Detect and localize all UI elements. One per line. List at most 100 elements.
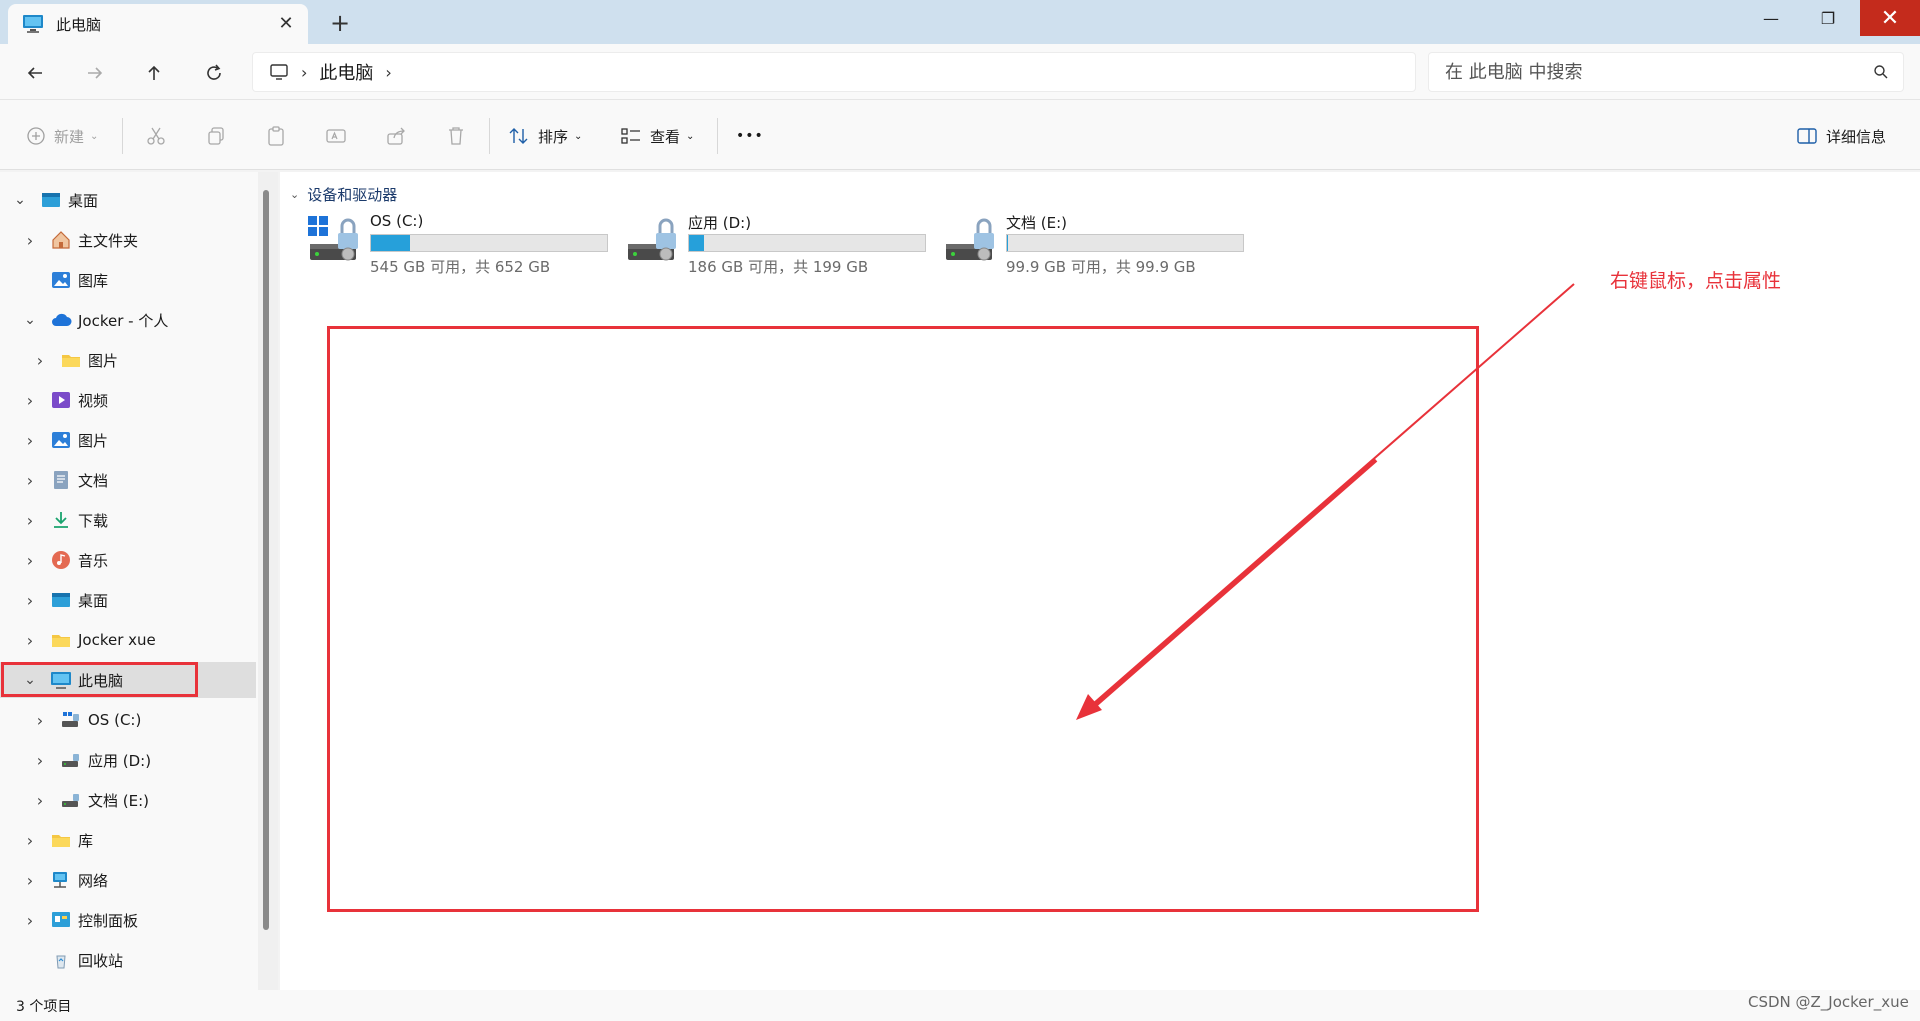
desktop-icon: [52, 593, 70, 607]
sidebar-item-label: 图库: [78, 271, 109, 290]
sidebar-item-downloads[interactable]: › 下载: [0, 502, 256, 538]
sort-button[interactable]: 排序 ⌄: [508, 120, 582, 152]
chevron-right-icon[interactable]: ›: [22, 631, 38, 650]
tab-this-pc[interactable]: 此电脑 ✕: [8, 4, 308, 44]
cut-button[interactable]: [145, 120, 167, 152]
details-pane-icon: [1797, 128, 1817, 144]
sidebar-item-drive-e[interactable]: › 文档 (E:): [0, 782, 256, 818]
chevron-right-icon[interactable]: ›: [22, 231, 38, 250]
title-bar: 此电脑 ✕ + — ❐ ✕: [0, 0, 1920, 44]
clipboard-icon: [268, 126, 284, 146]
up-button[interactable]: [139, 58, 169, 88]
chevron-right-icon[interactable]: ›: [22, 431, 38, 450]
group-header-devices[interactable]: ⌄ 设备和驱动器: [290, 184, 397, 205]
chevron-right-icon[interactable]: ›: [32, 711, 48, 730]
paste-button[interactable]: [265, 120, 287, 152]
chevron-right-icon[interactable]: ›: [32, 751, 48, 770]
sidebar-item-label: 桌面: [78, 591, 109, 610]
drive-tile-c[interactable]: OS (C:) 545 GB 可用，共 652 GB: [308, 212, 618, 276]
more-options-button[interactable]: •••: [736, 120, 764, 152]
sidebar-item-desktop[interactable]: ⌄ 桌面: [0, 182, 256, 218]
back-button[interactable]: [20, 58, 50, 88]
chevron-right-icon[interactable]: ›: [22, 591, 38, 610]
view-list-icon: [621, 128, 640, 144]
sidebar-item-label: Jocker - 个人: [78, 311, 169, 330]
home-icon: [52, 231, 70, 249]
desktop-icon: [42, 193, 60, 207]
sidebar-item-documents[interactable]: › 文档: [0, 462, 256, 498]
sidebar-item-onedrive-pictures[interactable]: › 图片: [0, 342, 256, 378]
drive-tile-e[interactable]: 文档 (E:) 99.9 GB 可用，共 99.9 GB: [944, 212, 1254, 276]
breadcrumb-this-pc[interactable]: 此电脑: [319, 59, 373, 85]
chevron-right-icon[interactable]: ›: [22, 911, 38, 930]
view-button[interactable]: 查看 ⌄: [620, 120, 694, 152]
sidebar-item-drive-c[interactable]: › OS (C:): [0, 702, 256, 738]
sidebar-item-home[interactable]: › 主文件夹: [0, 222, 256, 258]
sidebar-scrollbar-thumb[interactable]: [263, 190, 269, 930]
chevron-right-icon[interactable]: ›: [22, 871, 38, 890]
sidebar-item-drive-d[interactable]: › 应用 (D:): [0, 742, 256, 778]
chevron-right-icon[interactable]: ›: [22, 831, 38, 850]
arrow-up-icon: [148, 65, 160, 80]
sidebar-item-control-panel[interactable]: › 控制面板: [0, 902, 256, 938]
download-icon: [54, 512, 68, 528]
toolbar-divider: [489, 118, 490, 154]
maximize-button[interactable]: ❐: [1800, 0, 1856, 36]
search-input[interactable]: [1445, 61, 1865, 83]
sidebar-item-onedrive[interactable]: ⌄ Jocker - 个人: [0, 302, 256, 338]
chevron-down-icon: ⌄: [290, 188, 300, 201]
forward-button[interactable]: [80, 58, 110, 88]
close-tab-icon[interactable]: ✕: [276, 14, 296, 34]
chevron-right-icon[interactable]: ›: [22, 471, 38, 490]
sidebar-item-videos[interactable]: › 视频: [0, 382, 256, 418]
drive-name: OS (C:): [370, 212, 424, 230]
chevron-right-icon[interactable]: ›: [22, 551, 38, 570]
delete-button[interactable]: [445, 120, 467, 152]
arrow-right-icon: [88, 67, 103, 79]
breadcrumb-chevron-icon[interactable]: ›: [301, 63, 307, 82]
sidebar-item-network[interactable]: › 网络: [0, 862, 256, 898]
chevron-down-icon: ⌄: [574, 130, 583, 142]
address-bar[interactable]: › 此电脑 ›: [252, 52, 1416, 92]
sidebar-item-label: 网络: [78, 871, 109, 890]
chevron-down-icon[interactable]: ⌄: [12, 192, 28, 208]
chevron-right-icon[interactable]: ›: [22, 391, 38, 410]
sidebar-item-label: 图片: [78, 431, 109, 450]
sidebar-item-gallery[interactable]: 图库: [0, 262, 256, 298]
sidebar-item-pictures[interactable]: › 图片: [0, 422, 256, 458]
new-tab-button[interactable]: +: [326, 10, 354, 36]
refresh-button[interactable]: [199, 58, 229, 88]
search-box[interactable]: [1428, 52, 1904, 92]
sidebar-item-label: 回收站: [78, 951, 124, 970]
drive-tile-d[interactable]: 应用 (D:) 186 GB 可用，共 199 GB: [626, 212, 936, 276]
chevron-down-icon[interactable]: ⌄: [22, 312, 38, 328]
new-button[interactable]: 新建 ⌄: [26, 120, 98, 152]
close-window-button[interactable]: ✕: [1860, 0, 1920, 36]
sort-icon: [509, 128, 528, 144]
copy-button[interactable]: [205, 120, 227, 152]
folder-icon: [62, 355, 80, 367]
sidebar-item-recycle-bin[interactable]: 回收站: [0, 942, 256, 978]
onedrive-cloud-icon: [52, 313, 72, 326]
plus-circle-icon: [27, 127, 45, 145]
drive-usage-bar: [1006, 234, 1244, 252]
share-button[interactable]: [385, 120, 407, 152]
search-icon[interactable]: [1873, 64, 1889, 80]
drive-name: 应用 (D:): [688, 214, 752, 232]
drive-icon: [62, 754, 79, 767]
sidebar-item-label: 库: [78, 831, 94, 850]
rename-button[interactable]: [325, 120, 347, 152]
chevron-right-icon[interactable]: ›: [22, 511, 38, 530]
sidebar-item-user-folder[interactable]: › Jocker xue: [0, 622, 256, 658]
sidebar-item-label: 桌面: [68, 191, 99, 210]
chevron-right-icon[interactable]: ›: [32, 791, 48, 810]
annotation-text: 右键鼠标，点击属性: [1610, 270, 1782, 292]
sidebar-item-libraries[interactable]: › 库: [0, 822, 256, 858]
sidebar-item-desktop-2[interactable]: › 桌面: [0, 582, 256, 618]
minimize-button[interactable]: —: [1743, 0, 1799, 36]
breadcrumb-chevron-icon[interactable]: ›: [385, 63, 391, 82]
sidebar-item-music[interactable]: › 音乐: [0, 542, 256, 578]
chevron-right-icon[interactable]: ›: [32, 351, 48, 370]
details-pane-button[interactable]: 详细信息: [1796, 120, 1886, 152]
sidebar-item-label: 主文件夹: [78, 231, 139, 250]
